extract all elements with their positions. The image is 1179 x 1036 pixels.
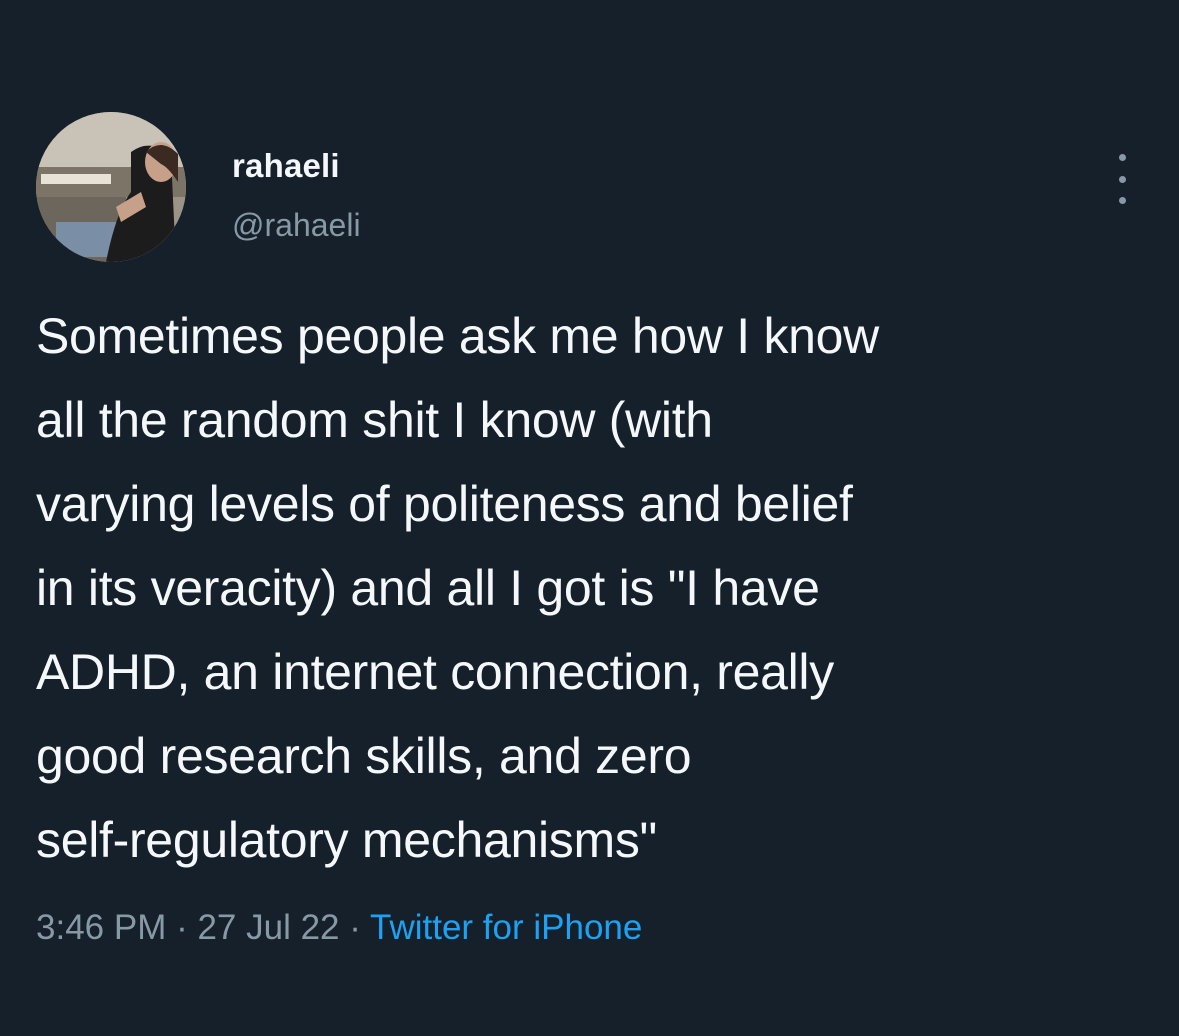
tweet-text-line: in its veracity) and all I got is "I hav… (36, 560, 820, 616)
more-dot (1118, 154, 1126, 161)
more-vertical-icon[interactable] (1108, 154, 1136, 204)
tweet-text-line: all the random shit I know (with (36, 392, 713, 448)
more-dot (1118, 197, 1126, 204)
tweet: rahaeli @rahaeli Sometimes people ask me… (0, 0, 1179, 1036)
more-dot (1118, 175, 1126, 183)
tweet-source-link[interactable]: Twitter for iPhone (370, 908, 642, 947)
tweet-text-line: good research skills, and zero (36, 728, 692, 784)
tweet-text-line: Sometimes people ask me how I know (36, 308, 879, 364)
meta-separator: · (166, 908, 198, 947)
tweet-text-line: varying levels of politeness and belief (36, 476, 853, 532)
tweet-text-line: self-regulatory mechanisms" (36, 812, 657, 868)
display-name[interactable]: rahaeli (232, 146, 361, 186)
tweet-text-line: ADHD, an internet connection, really (36, 644, 834, 700)
tweet-header: rahaeli @rahaeli (36, 112, 1146, 262)
handle[interactable]: @rahaeli (232, 206, 361, 244)
tweet-meta: 3:46 PM · 27 Jul 22 · Twitter for iPhone (36, 903, 642, 953)
avatar[interactable] (36, 112, 186, 262)
tweet-time[interactable]: 3:46 PM (36, 908, 166, 947)
author-names: rahaeli @rahaeli (232, 146, 361, 244)
tweet-date[interactable]: 27 Jul 22 (197, 908, 339, 947)
avatar-photo (36, 112, 186, 262)
meta-separator: · (339, 908, 371, 947)
tweet-text: Sometimes people ask me how I know all t… (36, 294, 1156, 882)
